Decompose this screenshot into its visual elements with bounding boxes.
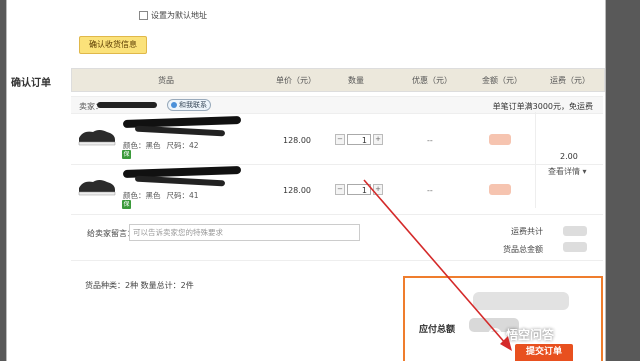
chat-icon <box>171 102 177 108</box>
submit-order-button[interactable]: 提交订单 <box>515 344 573 361</box>
confirm-address-button[interactable]: 确认收货信息 <box>79 36 147 54</box>
shipping-details-link[interactable]: 查看详情 ▾ <box>548 166 587 177</box>
default-address-label: 设置为默认地址 <box>151 11 207 20</box>
guarantee-badge: 保 <box>122 150 131 159</box>
product-attributes: 颜色：黑色 尺码：42 <box>123 140 199 151</box>
product-attributes: 颜色：黑色 尺码：41 <box>123 190 199 201</box>
free-shipping-promo: 单笔订单满3000元，免运费 <box>492 102 593 111</box>
increment-button[interactable]: + <box>373 184 383 195</box>
shoe-thumbnail[interactable] <box>77 176 117 196</box>
order-page: 设置为默认地址 确认收货信息 确认订单 货品 单价（元） 数量 优惠（元） 金额… <box>6 0 606 361</box>
col-quantity: 数量 <box>348 76 364 85</box>
contact-seller-label: 和我联系 <box>179 101 207 109</box>
unit-price: 128.00 <box>283 186 311 195</box>
contact-seller-button[interactable]: 和我联系 <box>167 99 211 111</box>
col-goods: 货品 <box>158 76 174 85</box>
table-header: 货品 单价（元） 数量 优惠（元） 金额（元） 运费（元） <box>71 68 605 92</box>
unit-price: 128.00 <box>283 136 311 145</box>
amount-redacted <box>489 134 511 145</box>
default-address-option[interactable]: 设置为默认地址 <box>139 10 207 21</box>
seller-message-input[interactable]: 可以告诉卖家您的特殊要求 <box>129 224 360 241</box>
order-summary: 货品种类：2种 数量总计：2件 <box>85 281 194 290</box>
col-amount: 金额（元） <box>482 76 522 85</box>
product-name-redacted <box>134 175 226 187</box>
quantity-input[interactable]: 1 <box>347 184 371 195</box>
row-divider <box>71 214 603 215</box>
shipping-fee: 2.00 <box>560 152 578 161</box>
goods-total-redacted <box>563 242 587 252</box>
decrement-button[interactable]: − <box>335 184 345 195</box>
amount-redacted <box>489 184 511 195</box>
col-shipping: 运费（元） <box>550 76 590 85</box>
totals-block: 运费共计 货品总金额 <box>503 226 543 255</box>
payment-box: 应付总额 <box>403 276 603 361</box>
section-title: 确认订单 <box>11 78 51 89</box>
size-attr: 尺码：42 <box>166 141 199 150</box>
default-address-checkbox[interactable] <box>139 11 148 20</box>
product-row: 颜色：黑色 尺码：42 保 128.00 − 1 + -- <box>71 115 535 164</box>
col-unit-price: 单价（元） <box>276 76 316 85</box>
address-redacted <box>473 292 569 310</box>
shipping-total-redacted <box>563 226 587 236</box>
seller-name-redacted <box>97 102 157 108</box>
col-discount: 优惠（元） <box>412 76 452 85</box>
row-divider <box>71 164 603 165</box>
product-name-redacted <box>134 125 226 137</box>
discount-value: -- <box>427 186 433 195</box>
row-divider <box>71 260 603 261</box>
total-payable-label: 应付总额 <box>419 325 456 335</box>
increment-button[interactable]: + <box>373 134 383 145</box>
size-attr: 尺码：41 <box>166 191 199 200</box>
message-label: 给卖家留言： <box>87 229 135 238</box>
quantity-input[interactable]: 1 <box>347 134 371 145</box>
seller-row: 卖家： 和我联系 单笔订单满3000元，免运费 <box>71 96 603 114</box>
shipping-total-label: 运费共计 <box>511 227 543 236</box>
product-row: 颜色：黑色 尺码：41 保 128.00 − 1 + -- <box>71 165 535 214</box>
quantity-stepper[interactable]: − 1 + <box>335 134 383 145</box>
watermark-text: 悟空问答 <box>506 328 555 342</box>
shoe-thumbnail[interactable] <box>77 126 117 146</box>
quantity-stepper[interactable]: − 1 + <box>335 184 383 195</box>
wukong-logo-icon <box>488 327 502 342</box>
decrement-button[interactable]: − <box>335 134 345 145</box>
goods-total-label: 货品总金额 <box>503 245 543 254</box>
guarantee-badge: 保 <box>122 200 131 209</box>
shipping-cell: 2.00 查看详情 ▾ <box>535 112 604 208</box>
discount-value: -- <box>427 136 433 145</box>
watermark: 悟空问答 <box>488 326 554 343</box>
